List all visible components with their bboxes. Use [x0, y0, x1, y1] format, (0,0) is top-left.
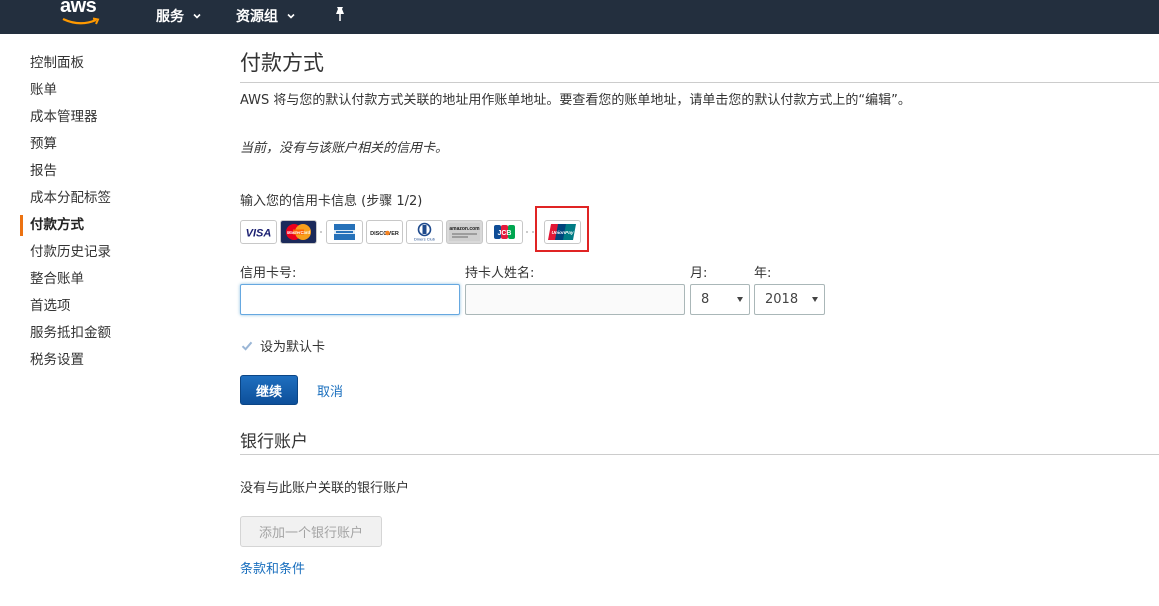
resource-groups-label: 资源组: [236, 9, 278, 25]
year-value: 2018: [765, 292, 799, 307]
sidebar-item-dashboard[interactable]: 控制面板: [20, 50, 210, 77]
svg-text:JCB: JCB: [497, 230, 511, 237]
bank-section-divider: [240, 454, 1159, 455]
terms-link[interactable]: 条款和条件: [240, 558, 305, 577]
bank-account-note: 没有与此账户关联的银行账户: [240, 481, 410, 496]
main-content: 付款方式 AWS 将与您的默认付款方式关联的地址用作账单地址。要查看您的账单地址…: [240, 48, 1159, 577]
year-label: 年:: [754, 266, 772, 281]
sidebar-item-consolidated-billing[interactable]: 整合账单: [20, 266, 210, 293]
services-menu[interactable]: 服务: [156, 5, 202, 27]
top-navigation-bar: aws 服务 资源组: [0, 0, 1159, 34]
cardholder-name-label: 持卡人姓名:: [465, 266, 535, 281]
page-title: 付款方式: [240, 51, 324, 75]
checkmark-icon: [240, 338, 254, 353]
default-card-option: 设为默认卡: [240, 336, 325, 355]
services-label: 服务: [156, 9, 184, 25]
svg-text:MasterCard: MasterCard: [287, 230, 310, 235]
cardholder-name-input[interactable]: [465, 284, 685, 315]
highlight-box: [535, 206, 589, 252]
svg-text:VISA: VISA: [246, 228, 272, 240]
card-number-input[interactable]: [240, 284, 460, 315]
sidebar-item-preferences[interactable]: 首选项: [20, 293, 210, 320]
sidebar-item-reports[interactable]: 报告: [20, 158, 210, 185]
add-bank-account-button[interactable]: 添加一个银行账户: [240, 516, 382, 547]
bank-account-title: 银行账户: [240, 432, 308, 452]
cancel-link[interactable]: 取消: [317, 381, 343, 400]
card-number-label: 信用卡号:: [240, 266, 297, 281]
separator-dot: [532, 231, 534, 233]
sidebar-nav: 控制面板 账单 成本管理器 预算 报告 成本分配标签 付款方式 付款历史记录 整…: [20, 50, 210, 374]
month-select[interactable]: 8: [690, 284, 750, 315]
sidebar-item-cost-allocation-tags[interactable]: 成本分配标签: [20, 185, 210, 212]
sidebar-item-tax-settings[interactable]: 税务设置: [20, 347, 210, 374]
separator-dot: [526, 231, 528, 233]
title-divider: [240, 82, 1159, 83]
step-label: 输入您的信用卡信息 (步骤 1/2): [240, 194, 423, 209]
resource-groups-menu[interactable]: 资源组: [236, 5, 296, 27]
sidebar-item-credits[interactable]: 服务抵扣金额: [20, 320, 210, 347]
sidebar-item-budgets[interactable]: 预算: [20, 131, 210, 158]
diners-club-card-icon: Diners Club: [406, 220, 443, 244]
chevron-down-icon: [287, 13, 295, 19]
dropdown-arrow-icon: [812, 297, 818, 302]
intro-text: AWS 将与您的默认付款方式关联的地址用作账单地址。要查看您的账单地址，请单击您…: [240, 93, 911, 108]
sidebar-item-bills[interactable]: 账单: [20, 77, 210, 104]
year-select[interactable]: 2018: [754, 284, 825, 315]
default-card-label: 设为默认卡: [260, 340, 326, 355]
amex-card-icon: [326, 220, 363, 244]
continue-button[interactable]: 继续: [240, 375, 298, 405]
mastercard-icon: MasterCard: [280, 220, 317, 244]
visa-card-icon: VISA: [240, 220, 277, 244]
pin-icon[interactable]: [333, 6, 347, 22]
amazon-card-icon: amazon.com: [446, 220, 483, 244]
aws-logo[interactable]: aws: [58, 0, 106, 27]
svg-text:amazon.com: amazon.com: [449, 226, 480, 232]
default-card-checkbox[interactable]: [240, 338, 254, 353]
separator-dot: [320, 231, 322, 233]
jcb-card-icon: JCB: [486, 220, 523, 244]
aws-smile-icon: [62, 17, 100, 25]
current-card-note: 当前，没有与该账户相关的信用卡。: [240, 141, 449, 156]
month-label: 月:: [690, 266, 708, 281]
sidebar-item-payment-methods[interactable]: 付款方式: [20, 212, 210, 239]
sidebar-item-cost-explorer[interactable]: 成本管理器: [20, 104, 210, 131]
month-value: 8: [701, 292, 710, 307]
discover-card-icon: DISCOVER: [366, 220, 403, 244]
chevron-down-icon: [193, 13, 201, 19]
dropdown-arrow-icon: [737, 297, 743, 302]
svg-text:Diners Club: Diners Club: [414, 237, 436, 242]
sidebar-item-payment-history[interactable]: 付款历史记录: [20, 239, 210, 266]
svg-text:DISCOVER: DISCOVER: [370, 231, 399, 237]
